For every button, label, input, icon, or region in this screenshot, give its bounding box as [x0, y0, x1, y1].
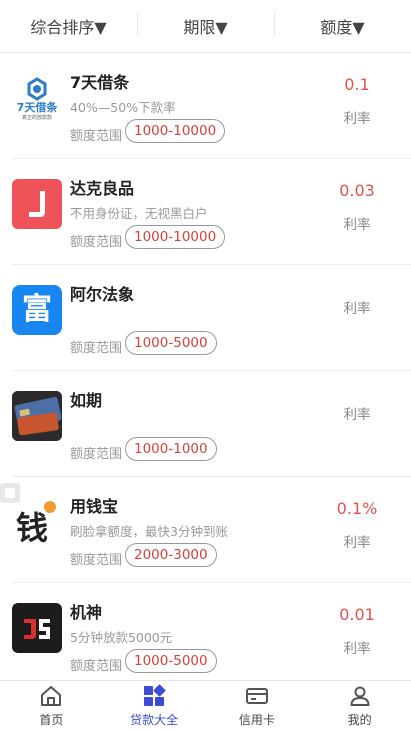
loan-rate: 0.1	[344, 75, 370, 94]
credit-card-icon	[245, 688, 268, 704]
loan-name: 7天借条	[70, 73, 130, 92]
loan-rate: 0.1%	[336, 499, 378, 518]
range-label: 额度范围	[70, 553, 123, 568]
loan-item-7tian[interactable]: 7天借条 真正的放款款 7天借条 40%—50%下款率 额度范围 1000-10…	[12, 53, 411, 159]
filter-amount[interactable]: 额度▼	[274, 11, 411, 38]
aerfaxiang-logo: 富	[12, 285, 62, 335]
7tian-jietiao-logo: 7天借条 真正的放款款	[12, 73, 62, 123]
rate-label: 利率	[343, 535, 371, 551]
tab-label: 首页	[39, 713, 64, 727]
range-label: 额度范围	[70, 341, 123, 356]
rate-label: 利率	[343, 641, 371, 657]
tab-loans[interactable]: 贷款大全	[103, 681, 206, 731]
loan-desc: 40%—50%下款率	[70, 100, 176, 115]
range-pill: 1000-5000	[125, 331, 217, 355]
loan-desc: 不用身份证，无视黑白户	[70, 206, 208, 221]
loan-desc: 5分钟放款5000元	[70, 630, 173, 645]
loan-list: 7天借条 真正的放款款 7天借条 40%—50%下款率 额度范围 1000-10…	[0, 53, 411, 685]
tab-profile[interactable]: 我的	[308, 681, 411, 731]
bottom-tab-bar: 首页 贷款大全 信用卡 我的	[0, 680, 411, 731]
yongqianbao-logo: 钱	[12, 497, 62, 547]
rate-label: 利率	[343, 111, 371, 127]
range-pill: 1000-10000	[125, 225, 226, 249]
loan-name: 阿尔法象	[70, 285, 135, 304]
range-pill: 1000-10000	[125, 119, 226, 143]
range-pill: 2000-3000	[125, 543, 217, 567]
loan-name: 如期	[70, 391, 103, 410]
tab-home[interactable]: 首页	[0, 681, 103, 731]
filter-sort[interactable]: 综合排序▼	[0, 14, 137, 38]
loan-item-yongqianbao[interactable]: 钱 用钱宝 刷脸拿额度，最快3分钟到账 额度范围 2000-3000 0.1% …	[12, 477, 411, 583]
tab-label: 我的	[347, 713, 372, 727]
filter-bar: 综合排序▼ 期限▼ 额度▼	[0, 0, 411, 53]
loan-rate: 0.01	[339, 605, 375, 624]
range-pill: 1000-1000	[125, 437, 217, 461]
grid-icon	[144, 684, 166, 706]
loan-name: 用钱宝	[70, 497, 119, 516]
loan-item-aerfa[interactable]: 富 阿尔法象 额度范围 1000-5000 利率	[12, 265, 411, 371]
loan-item-dake[interactable]: 达克良品 不用身份证，无视黑白户 额度范围 1000-10000 0.03 利率	[12, 159, 411, 265]
range-label: 额度范围	[70, 447, 123, 462]
svg-text:真正的放款款: 真正的放款款	[22, 114, 52, 121]
ruqi-card-logo	[12, 391, 62, 441]
range-pill: 1000-5000	[125, 649, 217, 673]
range-label: 额度范围	[70, 235, 123, 250]
loan-item-jishen[interactable]: 机神 5分钟放款5000元 额度范围 1000-5000 0.01 利率	[12, 583, 411, 685]
loan-item-ruqi[interactable]: 如期 额度范围 1000-1000 利率	[12, 371, 411, 477]
dake-liangpin-logo	[12, 179, 62, 229]
tab-label: 信用卡	[238, 713, 275, 727]
loan-desc: 刷脸拿额度，最快3分钟到账	[70, 524, 228, 539]
loan-name: 机神	[70, 603, 103, 622]
svg-text:7天借条: 7天借条	[17, 100, 59, 114]
user-icon	[350, 686, 370, 706]
rate-label: 利率	[343, 301, 371, 317]
floating-side-handle[interactable]	[0, 483, 20, 503]
tab-label: 贷款大全	[130, 713, 179, 727]
range-label: 额度范围	[70, 659, 123, 674]
loan-name: 达克良品	[70, 179, 135, 198]
range-label: 额度范围	[70, 129, 123, 144]
rate-label: 利率	[343, 217, 371, 233]
rate-label: 利率	[343, 407, 371, 423]
tab-credit-card[interactable]: 信用卡	[206, 681, 309, 731]
home-icon	[41, 686, 62, 706]
filter-term[interactable]: 期限▼	[137, 11, 274, 38]
loan-rate: 0.03	[339, 181, 375, 200]
jishen-logo	[12, 603, 62, 653]
